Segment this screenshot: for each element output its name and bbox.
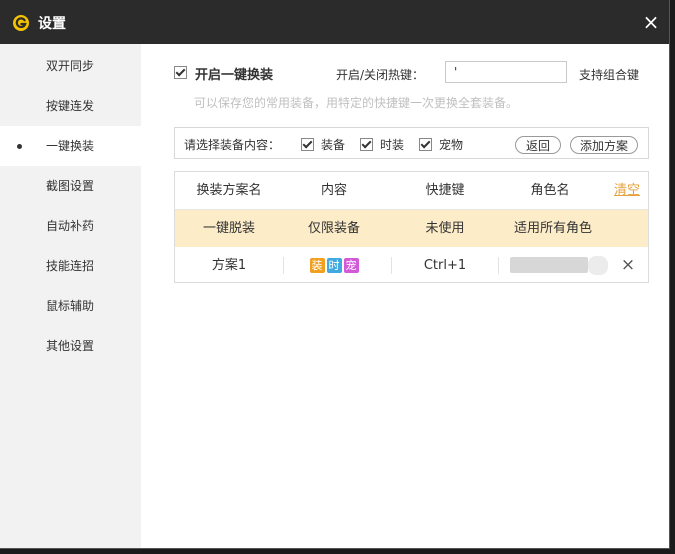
combo-support-text: 支持组合键 (579, 68, 640, 82)
sidebar-item-auto-potion[interactable]: 自动补药 (0, 206, 141, 246)
sidebar-item-other[interactable]: 其他设置 (0, 326, 141, 366)
sidebar-item-dual-sync[interactable]: 双开同步 (0, 46, 141, 86)
pet-checkbox[interactable] (419, 138, 432, 151)
col-header-plan-name: 换装方案名 (196, 183, 262, 198)
sidebar-item-label: 其他设置 (46, 339, 95, 353)
sidebar-item-label: 双开同步 (46, 59, 95, 73)
column-divider (391, 257, 392, 274)
equip-checkbox[interactable] (301, 138, 314, 151)
active-dot-icon (17, 144, 22, 149)
fashion-tag: 时 (326, 258, 342, 273)
sidebar-item-label: 截图设置 (46, 179, 95, 193)
app-logo-icon (13, 15, 29, 31)
pet-option-label: 宠物 (439, 138, 464, 152)
table-header: 换装方案名 内容 快捷键 角色名 清空 (175, 172, 648, 209)
col-header-content: 内容 (320, 183, 347, 198)
role-name-blurred (510, 257, 588, 273)
window-title: 设置 (38, 16, 66, 32)
equip-tag: 装 (309, 258, 325, 273)
hotkey-input[interactable] (445, 61, 567, 83)
column-divider (498, 257, 499, 274)
title-bar: 设置 × (0, 0, 669, 44)
col-header-hotkey: 快捷键 (425, 183, 465, 198)
role-name-blurred-edge (588, 256, 608, 275)
sidebar-item-skill-combo[interactable]: 技能连招 (0, 246, 141, 286)
col-header-role: 角色名 (530, 183, 570, 198)
hint-text: 可以保存您的常用装备，用特定的快捷键一次更换全套装备。 (194, 96, 519, 110)
plan-content-tags: 装时宠 (288, 247, 380, 284)
plan-table: 换装方案名 内容 快捷键 角色名 清空 一键脱装 仅限装备 未使用 适用所有角色… (174, 171, 649, 283)
enable-checkbox[interactable] (174, 66, 187, 79)
sidebar: 双开同步 按键连发 一键换装 截图设置 自动补药 技能连招 鼠标辅助 其他设置 (0, 44, 141, 548)
fashion-checkbox[interactable] (360, 138, 373, 151)
delete-icon[interactable]: × (615, 247, 641, 284)
close-icon[interactable]: × (639, 10, 663, 34)
plan-hotkey: 未使用 (425, 221, 465, 236)
row-divider (175, 209, 648, 210)
settings-window: 设置 × 双开同步 按键连发 一键换装 截图设置 自动补药 技能连招 鼠标辅助 … (0, 0, 670, 549)
clear-link[interactable]: 清空 (607, 172, 647, 209)
sidebar-item-key-repeat[interactable]: 按键连发 (0, 86, 141, 126)
enable-label: 开启一键换装 (195, 68, 274, 83)
plan-role: 适用所有角色 (513, 221, 592, 236)
hotkey-label: 开启/关闭热键： (336, 68, 425, 82)
plan-content: 仅限装备 (307, 221, 360, 236)
plan-hotkey: Ctrl+1 (423, 258, 467, 273)
sidebar-item-label: 一键换装 (46, 139, 95, 153)
sidebar-item-label: 技能连招 (46, 259, 95, 273)
pet-tag: 宠 (343, 258, 359, 273)
sidebar-item-label: 自动补药 (46, 219, 95, 233)
plan-name: 方案1 (211, 258, 247, 273)
sidebar-item-label: 按键连发 (46, 99, 95, 113)
back-button[interactable]: 返回 (515, 136, 561, 154)
sidebar-item-label: 鼠标辅助 (46, 299, 95, 313)
sidebar-item-screenshot[interactable]: 截图设置 (0, 166, 141, 206)
main-panel: 开启一键换装 开启/关闭热键： 支持组合键 可以保存您的常用装备，用特定的快捷键… (141, 44, 669, 548)
table-row[interactable]: 方案1 装时宠 Ctrl+1 × (175, 247, 648, 284)
select-prompt: 请选择装备内容： (184, 138, 281, 152)
column-divider (283, 257, 284, 274)
sidebar-item-mouse-assist[interactable]: 鼠标辅助 (0, 286, 141, 326)
fashion-option-label: 时装 (380, 138, 405, 152)
sidebar-item-quick-equip[interactable]: 一键换装 (0, 126, 141, 166)
plan-name: 一键脱装 (202, 221, 255, 236)
add-plan-button[interactable]: 添加方案 (570, 136, 638, 154)
table-row[interactable]: 一键脱装 仅限装备 未使用 适用所有角色 (175, 210, 648, 247)
equip-option-label: 装备 (321, 138, 346, 152)
equip-content-selector: 请选择装备内容： 装备 时装 宠物 返回 添加方案 (174, 127, 649, 159)
